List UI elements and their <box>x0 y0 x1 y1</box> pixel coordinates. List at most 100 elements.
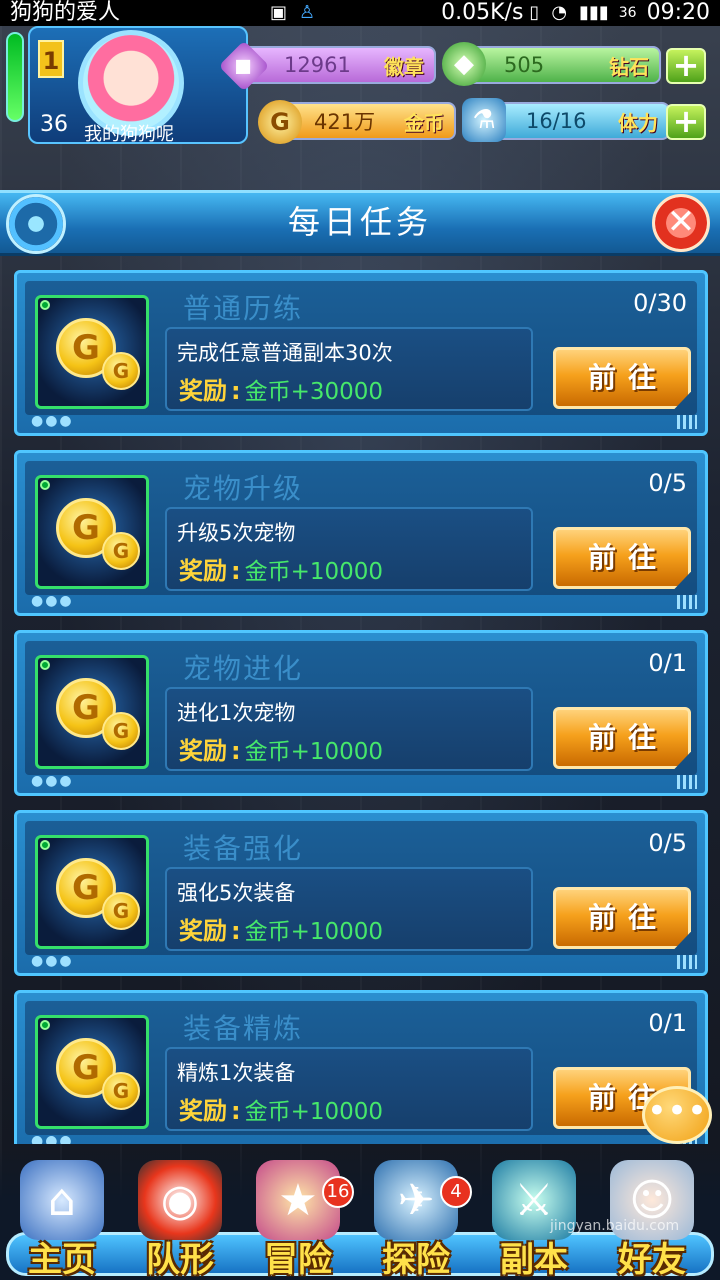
reward-value: 金币+10000 <box>244 919 384 945</box>
card-bars-icon <box>677 775 697 789</box>
reward-colon: : <box>231 557 241 585</box>
task-card: G G 装备强化 0/5 强化5次装备 奖励 : 金币+10000 前往 ●●● <box>14 810 708 976</box>
task-card: G G 装备精炼 0/1 精炼1次装备 奖励 : 金币+10000 前往 ●●● <box>14 990 708 1144</box>
diamond-icon: ◆ <box>442 42 486 86</box>
reward-row: 奖励 : 金币+10000 <box>179 1091 383 1126</box>
card-bars-icon <box>677 955 697 969</box>
clock: 09:20 <box>646 0 710 25</box>
task-desc-box: 强化5次装备 奖励 : 金币+10000 <box>165 867 533 951</box>
gold-coin-small-icon: G <box>102 892 140 930</box>
nav-item-adventure[interactable]: ★ 16 冒险 <box>242 1160 354 1280</box>
task-desc: 进化1次宠物 <box>177 701 296 725</box>
close-button[interactable]: ✕ <box>652 194 710 252</box>
chat-bubble-button[interactable]: ••• <box>642 1086 712 1144</box>
add-stamina-button[interactable]: + <box>666 104 706 140</box>
card-dots: ●●● <box>31 593 74 609</box>
emblem-icon <box>6 194 66 254</box>
go-button[interactable]: 前往 <box>553 707 691 769</box>
reward-value: 金币+30000 <box>244 379 384 405</box>
task-name: 装备强化 <box>183 832 304 865</box>
gold-coin-small-icon: G <box>102 532 140 570</box>
reward-value: 金币+10000 <box>244 1099 384 1125</box>
diamond-resource: 505 钻石 <box>456 46 661 84</box>
card-bars-icon <box>677 415 697 429</box>
qq-penguin-icon: ♙ <box>298 2 316 23</box>
gold-coin-small-icon: G <box>102 1072 140 1110</box>
nav-label: 好友 <box>618 1240 686 1280</box>
level-badge: 1 <box>38 40 64 78</box>
task-desc-box: 升级5次宠物 奖励 : 金币+10000 <box>165 507 533 591</box>
reward-row: 奖励 : 金币+30000 <box>179 371 383 406</box>
task-card: G G 普通历练 0/30 完成任意普通副本30次 奖励 : 金币+30000 … <box>14 270 708 436</box>
reward-colon: : <box>231 1097 241 1125</box>
nav-label: 冒险 <box>264 1240 332 1280</box>
task-desc-box: 进化1次宠物 奖励 : 金币+10000 <box>165 687 533 771</box>
go-button[interactable]: 前往 <box>553 527 691 589</box>
task-card: G G 宠物进化 0/1 进化1次宠物 奖励 : 金币+10000 前往 ●●● <box>14 630 708 796</box>
signal-icon: ▮▮▮ <box>579 2 609 23</box>
status-bar: 狗狗的爱人 ▣ ♙ 0.05K/s ▯ ◔ ▮▮▮ 36 09:20 <box>0 0 720 26</box>
task-progress: 0/1 <box>648 649 687 677</box>
reward-label: 奖励 <box>179 1097 227 1125</box>
image-notification-icon: ▣ <box>269 2 287 23</box>
reward-label: 奖励 <box>179 557 227 585</box>
reward-label: 奖励 <box>179 377 227 405</box>
card-dots: ●●● <box>31 953 74 969</box>
task-reward-frame: G G <box>35 655 149 769</box>
card-dots: ●●● <box>31 773 74 789</box>
wifi-icon: ◔ <box>551 2 568 23</box>
reward-value: 金币+10000 <box>244 559 384 585</box>
task-card: G G 宠物升级 0/5 升级5次宠物 奖励 : 金币+10000 前往 ●●● <box>14 450 708 616</box>
card-dots: ●●● <box>31 1133 74 1144</box>
nav-label: 队形 <box>146 1240 214 1280</box>
go-button[interactable]: 前往 <box>553 887 691 949</box>
task-reward-frame: G G <box>35 835 149 949</box>
task-list[interactable]: G G 普通历练 0/30 完成任意普通副本30次 奖励 : 金币+30000 … <box>14 270 708 1144</box>
diamond-label: 钻石 <box>609 54 649 79</box>
gold-coin-icon: G <box>258 100 302 144</box>
status-app-title: 狗狗的爱人 <box>10 0 121 25</box>
nav-label: 主页 <box>28 1240 96 1280</box>
reward-label: 奖励 <box>179 917 227 945</box>
nav-label: 探险 <box>382 1240 450 1280</box>
frame-corner-icon <box>40 1020 50 1030</box>
badge-label: 徽章 <box>384 54 424 79</box>
card-bars-icon <box>677 595 697 609</box>
go-button[interactable]: 前往 <box>553 347 691 409</box>
vibrate-icon: ▯ <box>529 2 540 23</box>
task-name: 装备精炼 <box>183 1012 304 1045</box>
task-name: 普通历练 <box>183 292 304 325</box>
frame-corner-icon <box>40 300 50 310</box>
task-desc: 精炼1次装备 <box>177 1061 296 1085</box>
reward-row: 奖励 : 金币+10000 <box>179 731 383 766</box>
frame-corner-icon <box>40 660 50 670</box>
task-desc-box: 完成任意普通副本30次 奖励 : 金币+30000 <box>165 327 533 411</box>
page-title: 每日任务 <box>287 203 432 241</box>
signal-label: 36 <box>618 5 637 21</box>
reward-colon: : <box>231 377 241 405</box>
robot-home-icon: ⌂ <box>20 1160 104 1240</box>
task-reward-frame: G G <box>35 475 149 589</box>
task-reward-frame: G G <box>35 1015 149 1129</box>
nav-item-formation[interactable]: ◉ 队形 <box>124 1160 236 1280</box>
gold-coin-small-icon: G <box>102 712 140 750</box>
gold-label: 金币 <box>404 110 444 135</box>
nav-item-home[interactable]: ⌂ 主页 <box>6 1160 118 1280</box>
watermark: jingyan.baidu.com <box>550 1218 680 1234</box>
task-reward-frame: G G <box>35 295 149 409</box>
task-desc: 强化5次装备 <box>177 881 296 905</box>
task-name: 宠物进化 <box>183 652 304 685</box>
reward-colon: : <box>231 917 241 945</box>
explore-badge: 4 <box>440 1176 472 1208</box>
task-progress: 0/5 <box>648 829 687 857</box>
frame-corner-icon <box>40 840 50 850</box>
nav-item-explore[interactable]: ✈ 4 探险 <box>360 1160 472 1280</box>
task-progress: 0/30 <box>633 289 687 317</box>
nav-label: 副本 <box>500 1240 568 1280</box>
exp-bar <box>6 32 24 122</box>
task-progress: 0/5 <box>648 469 687 497</box>
reward-row: 奖励 : 金币+10000 <box>179 551 383 586</box>
reward-value: 金币+10000 <box>244 739 384 765</box>
add-diamond-button[interactable]: + <box>666 48 706 84</box>
stamina-potion-icon: ⚗ <box>462 98 506 142</box>
